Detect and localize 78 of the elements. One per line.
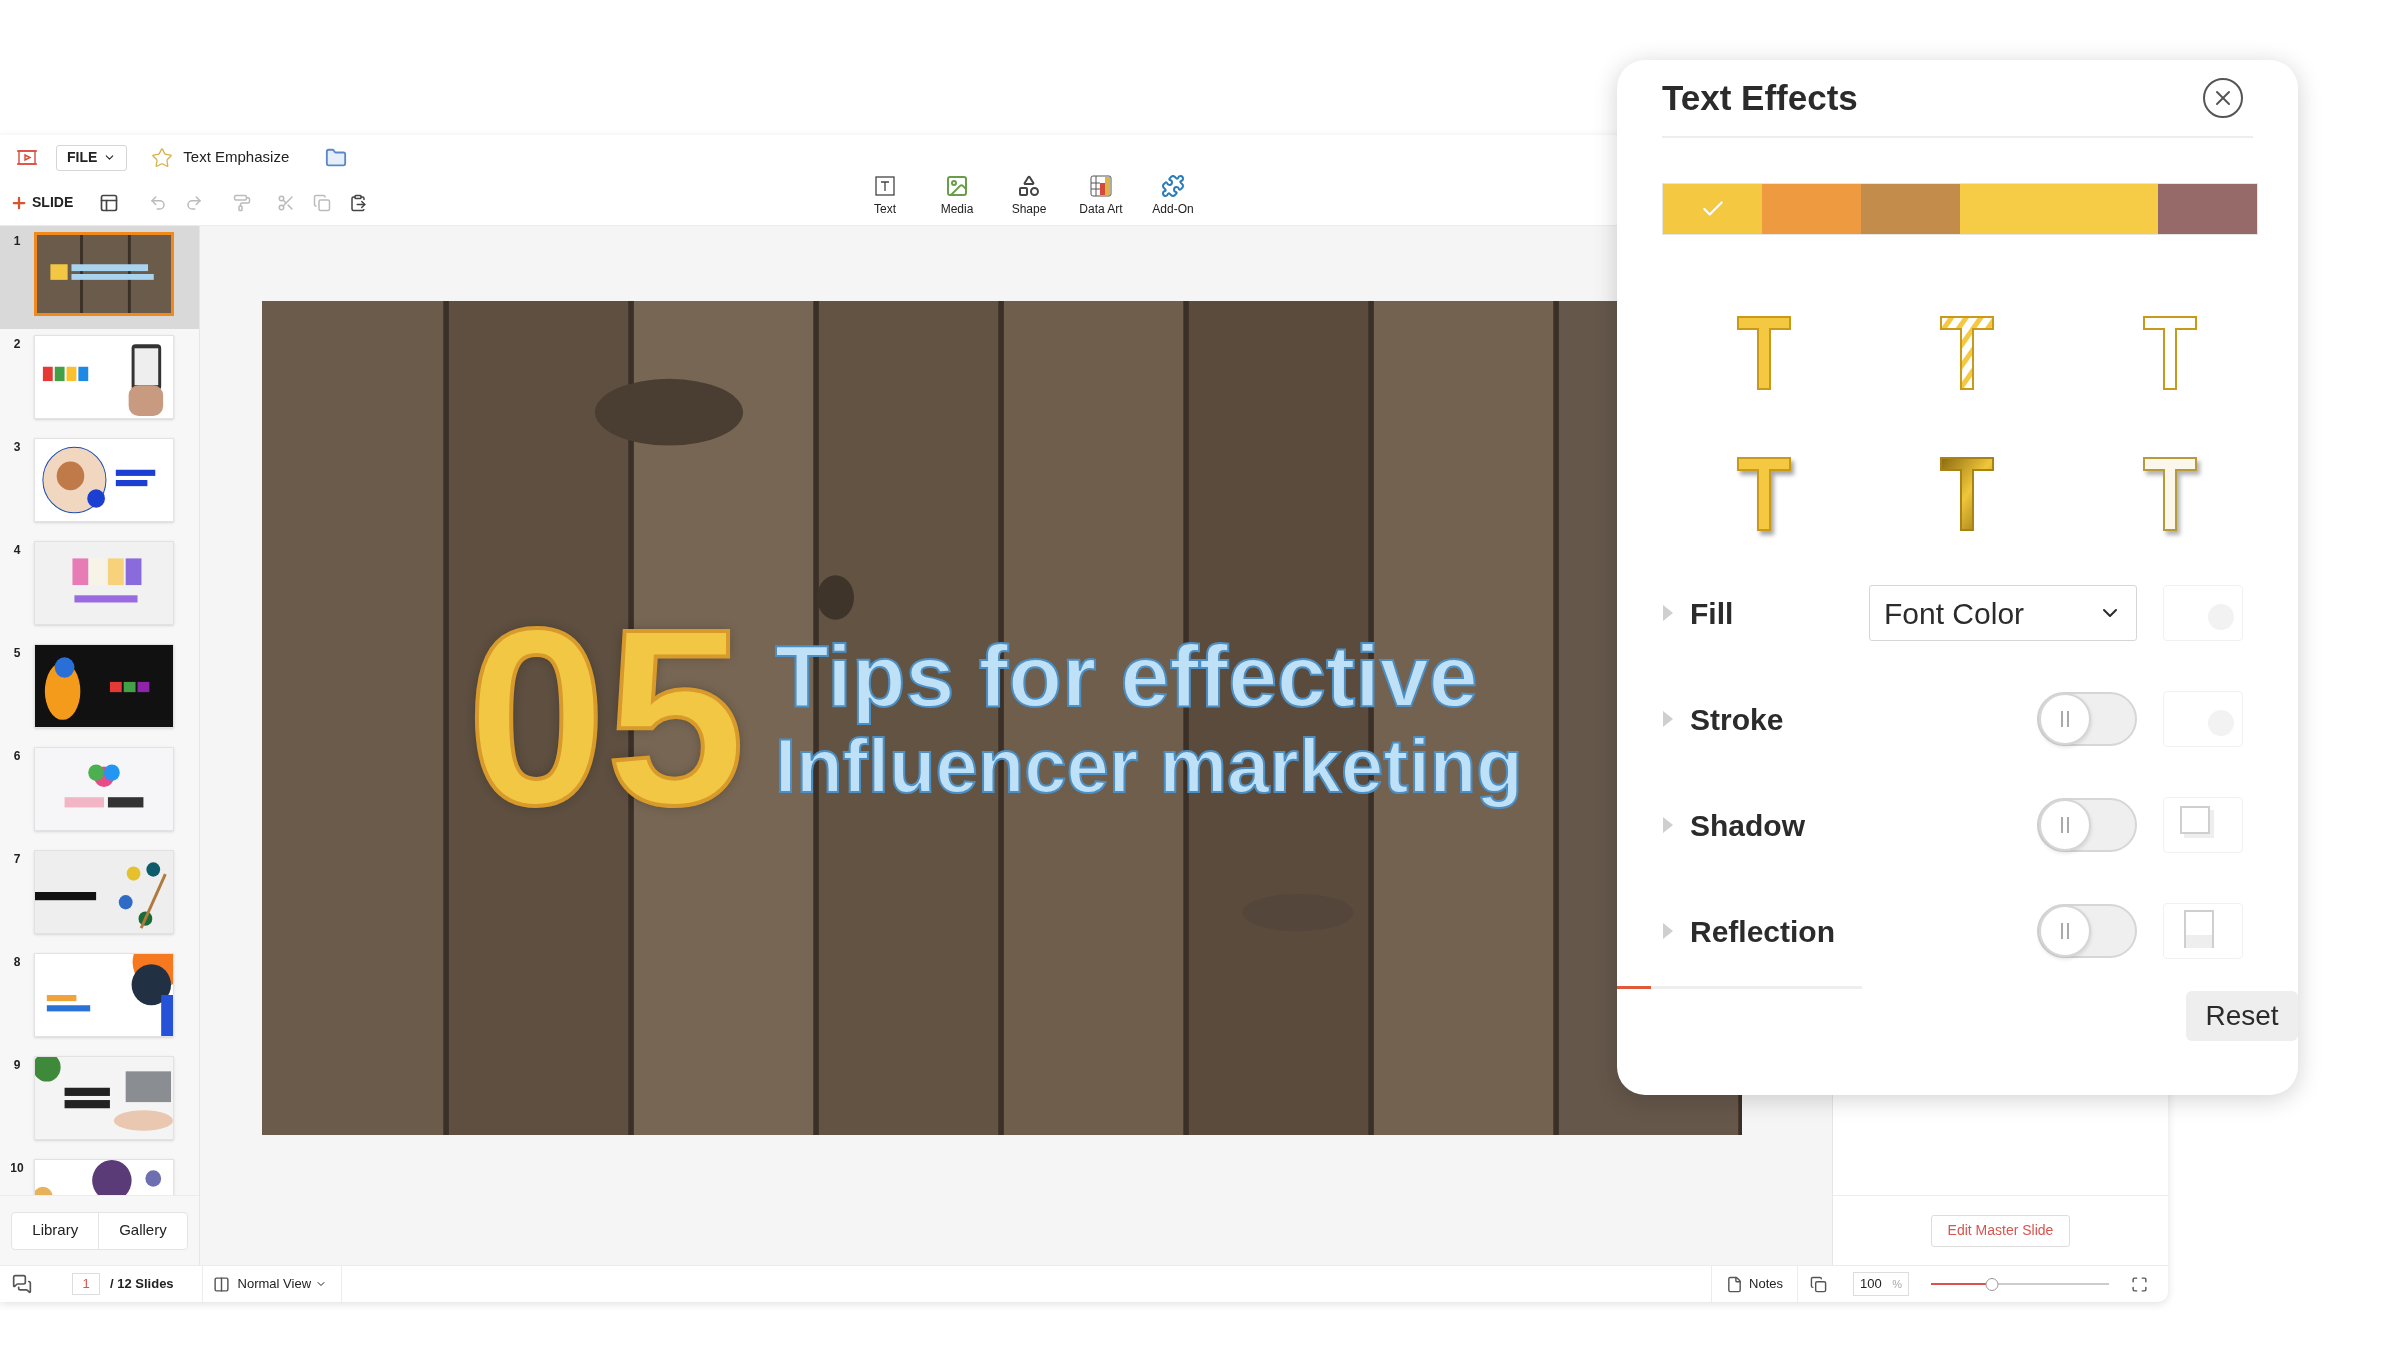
fill-dropdown[interactable]: Font Color	[1869, 585, 2137, 641]
toggle-knob	[2039, 905, 2091, 957]
effect-label: Stroke	[1690, 701, 1784, 738]
zoom-slider[interactable]	[1931, 1277, 2109, 1291]
fit-screen-icon[interactable]	[2131, 1275, 2148, 1293]
effect-preview[interactable]	[2163, 797, 2243, 853]
color-swatch[interactable]	[1960, 184, 2059, 234]
slide-count: / 12 Slides	[110, 1275, 174, 1294]
reflection-square-icon	[2184, 910, 2214, 948]
image-icon	[945, 173, 969, 198]
effect-preview[interactable]	[2163, 903, 2243, 959]
view-menu[interactable]: Normal View	[237, 1274, 328, 1294]
effect-label: Shadow	[1690, 807, 1805, 844]
panel-title: Text Effects	[1662, 76, 1858, 119]
view-icon	[212, 1275, 230, 1293]
bar-chart-icon	[1089, 173, 1113, 198]
scissors-icon[interactable]	[277, 193, 296, 212]
layout-icon[interactable]	[99, 192, 120, 213]
comments-icon[interactable]	[12, 1274, 32, 1294]
expand-arrow-icon[interactable]	[1662, 604, 1674, 622]
expand-arrow-icon[interactable]	[1662, 922, 1674, 940]
document-title[interactable]: Text Emphasize	[183, 146, 290, 169]
redo-icon[interactable]	[185, 193, 204, 212]
effect-label: Fill	[1690, 595, 1734, 632]
slide-number: 8	[12, 954, 22, 971]
notes-button[interactable]: Notes	[1749, 1274, 1783, 1294]
edit-master-slide-button[interactable]: Edit Master Slide	[1930, 1214, 2071, 1247]
expand-arrow-icon[interactable]	[1662, 816, 1674, 834]
slide-number: 3	[12, 439, 22, 456]
puzzle-icon	[1161, 173, 1185, 198]
insert-tool-button[interactable]: Shape	[1004, 173, 1054, 218]
slide-number: 1	[12, 233, 22, 250]
star-icon[interactable]	[151, 146, 174, 169]
toggle-knob	[2039, 799, 2091, 851]
page-field[interactable]: 1	[73, 1274, 99, 1294]
paint-roller-icon[interactable]	[233, 193, 252, 212]
color-swatch[interactable]	[1762, 184, 1861, 234]
panel-tab[interactable]: Gallery	[98, 1212, 187, 1249]
insert-tool-button[interactable]: Data Art	[1076, 173, 1126, 218]
copy-icon[interactable]	[313, 193, 332, 212]
zoom-unit: %	[1892, 1276, 1902, 1292]
insert-tool-button[interactable]: Media	[932, 173, 982, 218]
slide-number: 10	[9, 1160, 25, 1177]
reset-button[interactable]: Reset	[2186, 991, 2298, 1041]
file-menu[interactable]: FILE	[56, 144, 128, 171]
effect-label: Reflection	[1690, 913, 1836, 950]
undo-icon[interactable]	[149, 193, 168, 212]
slide-number: 7	[12, 851, 22, 868]
folder-icon[interactable]	[325, 146, 348, 169]
presentation-icon[interactable]	[16, 147, 38, 168]
slide-number: 6	[12, 748, 22, 765]
color-swatch[interactable]	[2059, 184, 2158, 234]
close-button[interactable]	[2203, 78, 2243, 118]
new-slide-button[interactable]: SLIDE	[10, 192, 74, 213]
color-swatch[interactable]	[2158, 184, 2257, 234]
paste-icon[interactable]	[349, 193, 368, 212]
shapes-icon	[1017, 173, 1041, 198]
zoom-slider-thumb[interactable]	[1985, 1277, 1998, 1291]
zoom-value[interactable]: 100	[1860, 1274, 1882, 1294]
toggle-switch[interactable]	[2037, 798, 2137, 852]
insert-tool-button[interactable]: Add-On	[1148, 173, 1198, 218]
slide-number: 5	[12, 645, 22, 662]
slide-number: 9	[12, 1057, 22, 1074]
toggle-switch[interactable]	[2037, 692, 2137, 746]
text-box-icon	[873, 173, 897, 198]
slide-thumbnail[interactable]: 1	[0, 226, 199, 329]
color-swatch[interactable]	[1663, 184, 1762, 234]
toggle-knob	[2039, 693, 2091, 745]
panel-tab[interactable]: Library	[12, 1212, 99, 1249]
toggle-switch[interactable]	[2037, 904, 2137, 958]
expand-arrow-icon[interactable]	[1662, 710, 1674, 728]
layout-toggle-icon[interactable]	[1810, 1275, 1827, 1293]
slide-number-text: 05	[467, 593, 746, 843]
insert-tool-button[interactable]: Text	[860, 173, 910, 218]
notes-icon	[1726, 1275, 1744, 1293]
color-swatch[interactable]	[1861, 184, 1960, 234]
slide-number: 2	[12, 336, 22, 353]
slide-number: 4	[12, 542, 22, 559]
